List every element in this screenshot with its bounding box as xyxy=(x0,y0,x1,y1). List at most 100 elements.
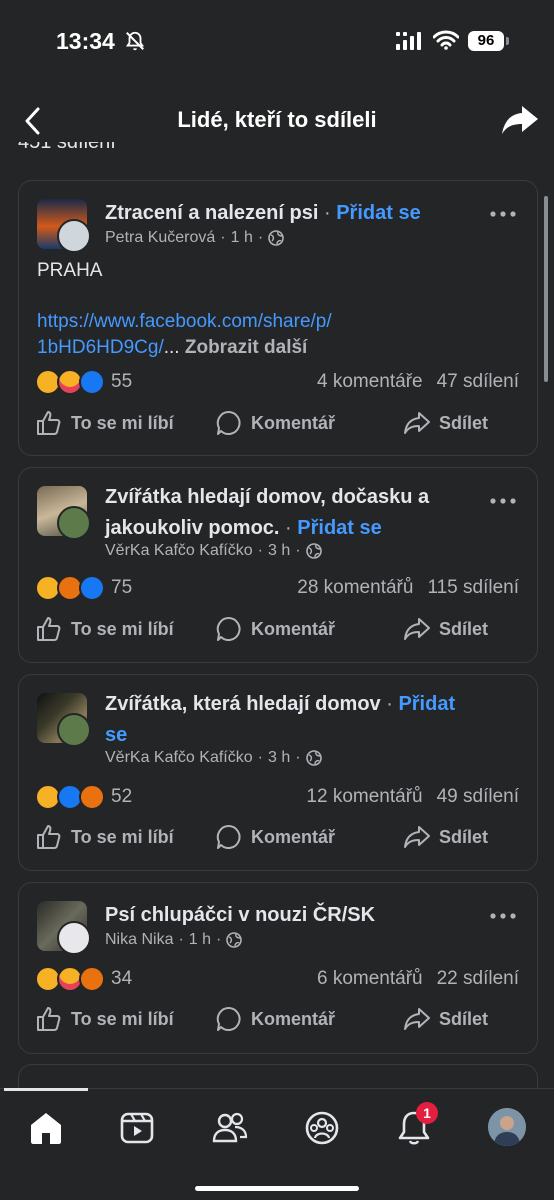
share-icon[interactable] xyxy=(500,102,540,138)
comment-label: Komentář xyxy=(251,826,336,847)
share-arrow-icon xyxy=(404,618,430,640)
like-label: To se mi líbí xyxy=(71,618,174,639)
more-options-icon[interactable] xyxy=(489,209,517,219)
page-title: Lidé, kteří to sdíleli xyxy=(177,107,377,132)
post-time[interactable]: 3 h xyxy=(268,542,290,560)
thumbs-up-icon xyxy=(37,1007,61,1031)
comment-icon xyxy=(216,824,241,849)
globe-icon xyxy=(268,230,284,246)
shared-post-card: Psí chlupáčci v nouzi ČR/SK Nika Nika · … xyxy=(18,882,538,1054)
join-line-1[interactable]: Přidat xyxy=(398,693,455,715)
reactions-summary[interactable]: 52 xyxy=(35,784,132,810)
comment-button[interactable]: Komentář xyxy=(215,615,335,643)
link-line-2[interactable]: 1bHD6HD9Cg/ xyxy=(37,337,164,358)
thumbs-up-icon xyxy=(37,411,61,435)
author-name[interactable]: Nika Nika xyxy=(105,931,173,949)
post-link-block: https://www.facebook.com/share/p/1bHD6HD… xyxy=(37,309,332,361)
scrollbar[interactable] xyxy=(544,196,548,382)
friends-icon[interactable] xyxy=(210,1108,250,1148)
comments-count[interactable]: 12 komentářů xyxy=(306,786,422,807)
share-button[interactable]: Sdílet xyxy=(403,823,488,851)
post-stats: 12 komentářů 49 sdílení xyxy=(306,786,519,808)
post-stats: 28 komentářů 115 sdílení xyxy=(297,577,519,599)
group-avatar[interactable] xyxy=(37,199,91,253)
video-icon[interactable] xyxy=(117,1108,157,1148)
comment-button[interactable]: Komentář xyxy=(215,823,335,851)
comment-button[interactable]: Komentář xyxy=(215,409,335,437)
separator: · xyxy=(220,229,226,246)
post-time[interactable]: 1 h xyxy=(189,931,211,949)
post-time[interactable]: 1 h xyxy=(231,229,253,247)
page-header: Lidé, kteří to sdíleli xyxy=(0,92,554,148)
author-name[interactable]: VěrKa Kafčo Kafíčko xyxy=(105,749,253,767)
home-icon[interactable] xyxy=(26,1108,66,1148)
see-more-link[interactable]: Zobrazit další xyxy=(185,337,307,358)
wifi-icon xyxy=(433,30,459,50)
shares-count[interactable]: 49 sdílení xyxy=(437,786,519,807)
like-label: To se mi líbí xyxy=(71,1008,174,1029)
separator: · xyxy=(318,202,337,224)
reaction-count: 52 xyxy=(111,786,133,807)
link-line-1[interactable]: https://www.facebook.com/share/p/ xyxy=(37,311,332,332)
separator: · xyxy=(295,749,301,766)
group-name[interactable]: Ztracení a nalezení psi xyxy=(105,202,318,224)
user-avatar xyxy=(57,921,91,955)
more-options-icon[interactable] xyxy=(489,911,517,921)
post-meta: VěrKa Kafčo Kafíčko · 3 h · xyxy=(105,749,322,767)
group-name-line-1[interactable]: Zvířátka hledají domov, dočasku a xyxy=(105,486,429,508)
author-name[interactable]: VěrKa Kafčo Kafíčko xyxy=(105,542,253,560)
shares-count[interactable]: 47 sdílení xyxy=(437,371,519,392)
comment-icon xyxy=(216,410,241,435)
post-meta: VěrKa Kafčo Kafíčko · 3 h · xyxy=(105,542,322,560)
post-actions: To se mi líbí Komentář Sdílet xyxy=(19,1005,537,1041)
comments-count[interactable]: 6 komentářů xyxy=(317,968,423,989)
separator: · xyxy=(380,693,399,715)
group-name[interactable]: Zvířátka, která hledají domov xyxy=(105,693,381,715)
like-button[interactable]: To se mi líbí xyxy=(35,409,174,437)
share-button[interactable]: Sdílet xyxy=(403,409,488,437)
like-button[interactable]: To se mi líbí xyxy=(35,823,174,851)
join-group-link[interactable]: Přidat se xyxy=(297,517,381,539)
shares-count[interactable]: 115 sdílení xyxy=(427,577,519,598)
groups-icon[interactable] xyxy=(302,1108,342,1148)
separator: · xyxy=(257,542,263,559)
group-avatar[interactable] xyxy=(37,693,91,747)
angry-reaction-icon xyxy=(79,784,105,810)
post-title: Zvířátka, která hledají domov · Přidat se xyxy=(105,689,505,751)
comment-button[interactable]: Komentář xyxy=(215,1005,335,1033)
group-avatar[interactable] xyxy=(37,486,91,540)
separator: · xyxy=(178,931,184,948)
post-actions: To se mi líbí Komentář Sdílet xyxy=(19,409,537,445)
post-time[interactable]: 3 h xyxy=(268,749,290,767)
profile-avatar[interactable] xyxy=(488,1108,526,1146)
like-reaction-icon xyxy=(79,369,105,395)
share-label: Sdílet xyxy=(439,1008,489,1029)
like-button[interactable]: To se mi líbí xyxy=(35,615,174,643)
group-name-line-2[interactable]: jakoukoliv pomoc. xyxy=(105,517,279,539)
share-arrow-icon xyxy=(404,826,430,848)
share-button[interactable]: Sdílet xyxy=(403,1005,488,1033)
comment-label: Komentář xyxy=(251,618,336,639)
join-line-2[interactable]: se xyxy=(105,724,127,746)
group-name[interactable]: Psí chlupáčci v nouzi ČR/SK xyxy=(105,904,375,926)
status-bar: 13:34 96 xyxy=(0,0,554,84)
more-options-icon[interactable] xyxy=(489,496,517,506)
group-avatar[interactable] xyxy=(37,901,91,955)
join-group-link[interactable]: Přidat se xyxy=(336,202,420,224)
shares-count[interactable]: 22 sdílení xyxy=(437,968,519,989)
like-label: To se mi líbí xyxy=(71,412,174,433)
share-button[interactable]: Sdílet xyxy=(403,615,488,643)
post-stats: 4 komentáře 47 sdílení xyxy=(317,371,519,393)
reactions-summary[interactable]: 75 xyxy=(35,575,132,601)
comments-count[interactable]: 4 komentáře xyxy=(317,371,423,392)
author-name[interactable]: Petra Kučerová xyxy=(105,229,215,247)
thumbs-up-icon xyxy=(37,617,61,641)
like-button[interactable]: To se mi líbí xyxy=(35,1005,174,1033)
reaction-count: 75 xyxy=(111,577,133,598)
separator: · xyxy=(257,229,264,246)
reactions-summary[interactable]: 34 xyxy=(35,966,132,992)
comments-count[interactable]: 28 komentářů xyxy=(297,577,413,598)
reactions-summary[interactable]: 55 xyxy=(35,369,132,395)
post-meta: Petra Kučerová · 1 h · xyxy=(105,229,284,247)
shared-post-card: Ztracení a nalezení psi · Přidat se Petr… xyxy=(18,180,538,456)
